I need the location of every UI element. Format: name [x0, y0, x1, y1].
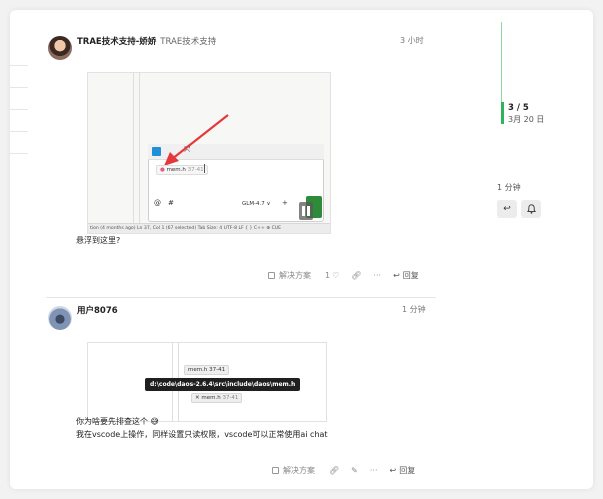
solution-button[interactable]: 解决方案 [268, 270, 311, 281]
reply-icon: ↩ [393, 270, 400, 280]
link-icon[interactable]: 🔗︎ [329, 466, 339, 475]
model-select: GLM-4.7 ∨ [242, 201, 271, 207]
solution-button[interactable]: 解决方案 [272, 465, 315, 476]
user-title: TRAE技术支持 [160, 37, 217, 47]
more-button[interactable]: ··· [370, 466, 378, 475]
post-actions: 解决方案 1 ♡ 🔗︎ ··· ↩ 回复 [268, 268, 419, 282]
checkbox-icon [272, 466, 279, 474]
hash-icon: # [168, 199, 174, 207]
file-chip: mem.h 37-41 [184, 365, 230, 375]
like-button[interactable]: 1 ♡ [325, 271, 339, 280]
reply-icon: ↩ [503, 204, 511, 214]
post-time[interactable]: 1 分钟 [402, 304, 426, 315]
link-icon[interactable]: 🔗︎ [351, 271, 361, 280]
avatar[interactable] [48, 36, 72, 60]
post-text: 悬浮到这里? [76, 236, 121, 245]
post-text-line1: 你为啥要先排查这个 😅 [76, 417, 159, 426]
checkbox-icon [268, 271, 275, 279]
reply-button[interactable]: ↩ 回复 [393, 270, 419, 281]
bell-icon [526, 204, 536, 214]
file-tag: ● mem.h 37-41 [156, 165, 208, 175]
notification-button[interactable] [521, 200, 541, 218]
path-tooltip: d:\code\daos-2.6.4\src\include\daos\mem.… [145, 378, 301, 391]
timeline-date: 3月 20 日 [508, 115, 545, 124]
text-cursor [204, 164, 205, 173]
at-icon: @ [154, 199, 161, 207]
post-actions: 解决方案 🔗︎ ✎ ··· ↩ 回复 [272, 463, 415, 477]
chat-input-content: ● mem.h 37-41 @ # GLM-4.7 ∨ + [148, 144, 324, 222]
heart-icon: ♡ [332, 270, 340, 280]
timeline-count: 3 / 5 [508, 103, 529, 113]
topic-page: TRAE技术支持-娇娇 TRAE技术支持 3 小时 ⤧ ● mem.h 37-41… [10, 10, 593, 489]
post-divider [46, 297, 436, 298]
editor-status-bar: tion (4 months ago) Ln 37, Col 1 (67 sel… [88, 223, 330, 233]
file-chip-selected: ✕ mem.h 37-41 [191, 393, 243, 403]
post-username[interactable]: TRAE技术支持-娇娇 TRAE技术支持 [77, 35, 216, 47]
post-username[interactable]: 用户8076 [77, 304, 118, 316]
reply-icon: ↩ [389, 465, 397, 475]
reply-topic-button[interactable]: ↩ [497, 200, 517, 218]
left-gutter [10, 65, 28, 175]
post-image[interactable]: ⤧ ● mem.h 37-41 @ # GLM-4.7 ∨ + tion (4 … [87, 72, 331, 234]
reply-button[interactable]: ↩ 回复 [390, 465, 416, 476]
post-text-line2: 我在vscode上操作，同样设置只读权限，vscode可以正常使用ai chat [76, 430, 328, 439]
timeline-latest[interactable]: 1 分钟 [497, 182, 521, 193]
plus-icon: + [282, 199, 288, 207]
post-time[interactable]: 3 小时 [400, 35, 424, 46]
edit-icon[interactable]: ✎ [351, 466, 358, 475]
avatar[interactable] [48, 306, 72, 330]
more-button[interactable]: ··· [373, 271, 381, 280]
pause-overlay-icon [299, 202, 313, 220]
timeline-handle[interactable] [501, 102, 504, 124]
